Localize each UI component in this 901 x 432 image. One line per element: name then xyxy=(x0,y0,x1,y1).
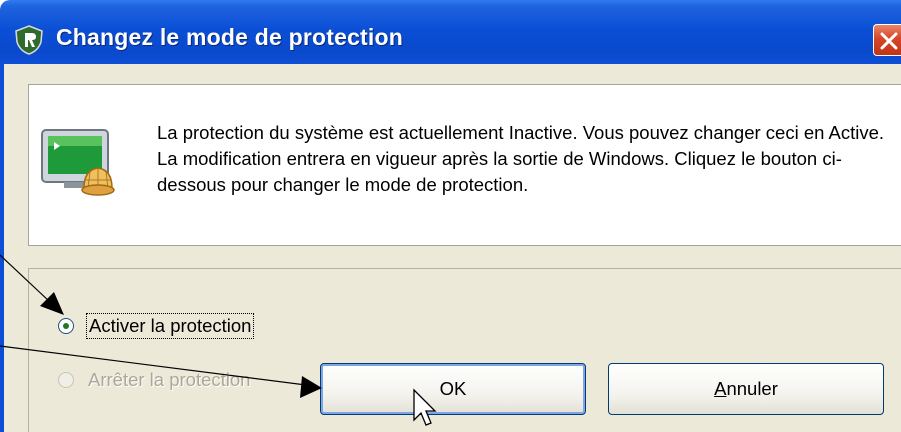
shield-app-icon xyxy=(15,25,43,55)
cancel-button[interactable]: Annuler xyxy=(608,363,884,415)
radio-selected-dot xyxy=(63,323,69,329)
ok-button[interactable]: OK xyxy=(320,363,586,415)
cancel-accelerator: A xyxy=(714,378,727,399)
stop-radio-label: Arrêter la protection xyxy=(88,369,251,390)
cancel-label-rest: nnuler xyxy=(726,378,778,399)
title-bar[interactable]: Changez le mode de protection xyxy=(0,0,901,64)
monitor-with-shell-icon xyxy=(41,129,115,196)
cancel-button-label: Annuler xyxy=(714,378,778,400)
ok-button-label: OK xyxy=(439,378,467,399)
activate-radio[interactable] xyxy=(58,318,74,334)
close-icon xyxy=(880,32,898,50)
window-title: Changez le mode de protection xyxy=(56,24,404,50)
close-button[interactable] xyxy=(873,24,901,56)
activate-radio-label[interactable]: Activer la protection xyxy=(86,313,255,339)
stop-radio xyxy=(58,372,74,388)
dialog-window: Changez le mode de protection La protect… xyxy=(0,0,901,432)
message-text: La protection du système est actuellemen… xyxy=(157,122,885,195)
